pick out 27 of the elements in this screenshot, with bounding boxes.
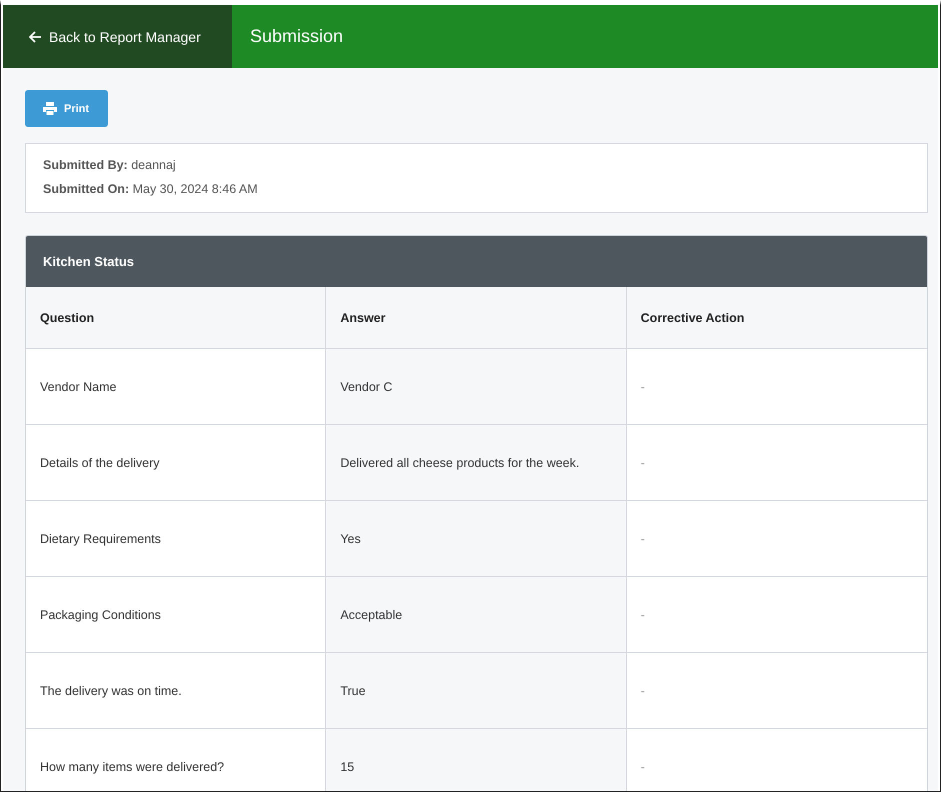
column-header: Question <box>26 287 326 349</box>
table-cell: Dietary Requirements <box>26 501 326 577</box>
table-cell: Vendor C <box>326 349 627 425</box>
table-cell: Packaging Conditions <box>26 577 326 653</box>
table-cell: Vendor Name <box>26 349 326 425</box>
table-cell: - <box>626 425 927 501</box>
table-cell: Details of the delivery <box>26 425 326 501</box>
table-cell: Acceptable <box>326 577 627 653</box>
table-cell: True <box>326 653 627 729</box>
table-cell: The delivery was on time. <box>26 653 326 729</box>
table-cell: - <box>626 349 927 425</box>
column-header: Answer <box>326 287 627 349</box>
column-header: Corrective Action <box>626 287 927 349</box>
table-cell: - <box>626 501 927 577</box>
printer-icon <box>43 102 57 115</box>
left-arrow-icon <box>29 30 42 42</box>
table-cell: - <box>626 729 927 791</box>
section-title: Kitchen Status <box>26 236 927 287</box>
page-title: Submission <box>249 25 344 48</box>
submission-detail: Submitted By: deannaj <box>43 158 177 172</box>
table-cell: Delivered all cheese products for the week. <box>326 425 627 501</box>
back-link[interactable]: Back to Report Manager <box>3 5 232 68</box>
table-cell: - <box>626 577 927 653</box>
table-cell: Yes <box>326 501 627 577</box>
table-cell: How many items were delivered? <box>26 729 326 791</box>
table-cell: - <box>626 653 927 729</box>
submission-detail: Submitted On: May 30, 2024 8:46 AM <box>43 182 259 196</box>
